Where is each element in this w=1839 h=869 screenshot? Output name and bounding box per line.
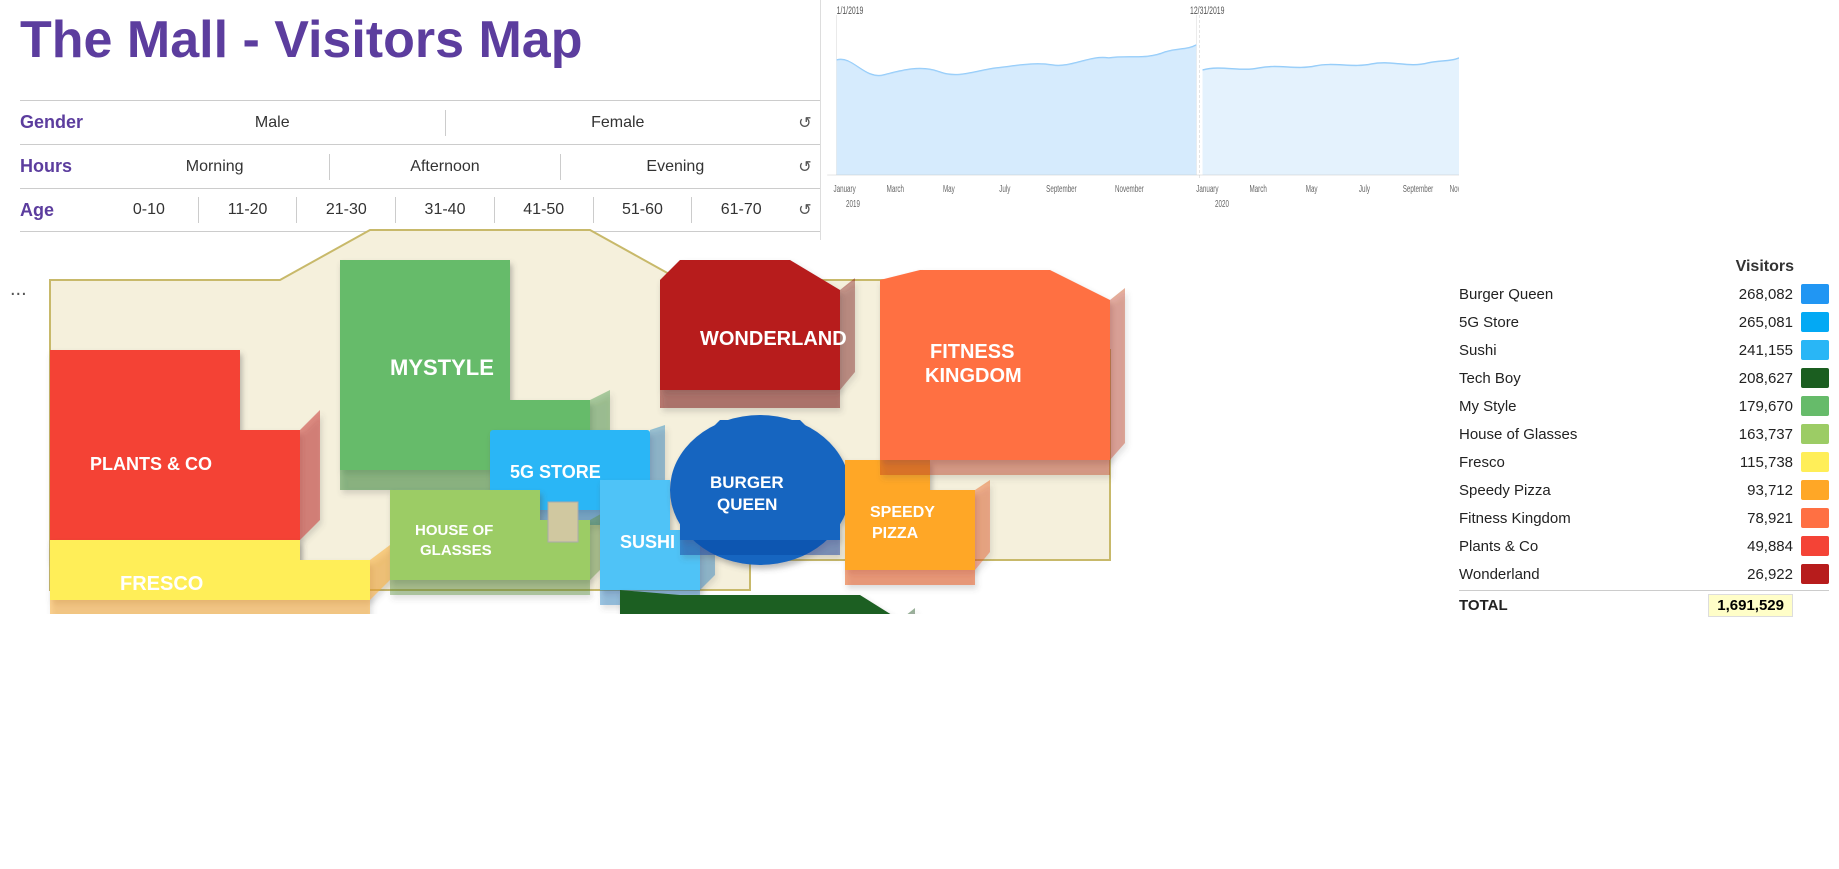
- legend-row: Plants & Co 49,884: [1459, 532, 1829, 560]
- legend-row: Fitness Kingdom 78,921: [1459, 504, 1829, 532]
- legend-store-value: 241,155: [1711, 342, 1801, 359]
- legend-color-swatch: [1801, 368, 1829, 388]
- legend-store-name: Fitness Kingdom: [1459, 510, 1711, 527]
- svg-text:PLANTS & CO: PLANTS & CO: [90, 454, 212, 474]
- svg-text:KINGDOM: KINGDOM: [925, 365, 1022, 387]
- legend-table: Visitors Burger Queen 268,082 5G Store 2…: [1459, 258, 1829, 620]
- legend-store-name: Wonderland: [1459, 566, 1711, 583]
- legend-row: 5G Store 265,081: [1459, 308, 1829, 336]
- legend-row: Speedy Pizza 93,712: [1459, 476, 1829, 504]
- legend-color-swatch: [1801, 284, 1829, 304]
- legend-header: Visitors: [1459, 258, 1829, 276]
- legend-store-value: 179,670: [1711, 398, 1801, 415]
- legend-total-row: TOTAL 1,691,529: [1459, 590, 1829, 620]
- legend-store-value: 93,712: [1711, 482, 1801, 499]
- legend-store-value: 78,921: [1711, 510, 1801, 527]
- mall-map: PLANTS & CO FRESCO MYSTYLE 5G STORE HOUS…: [0, 0, 1160, 614]
- legend-total-value: 1,691,529: [1708, 594, 1793, 617]
- legend-color-swatch: [1801, 508, 1829, 528]
- legend-total-label: TOTAL: [1459, 597, 1708, 614]
- legend-row: Burger Queen 268,082: [1459, 280, 1829, 308]
- legend-store-name: Sushi: [1459, 342, 1711, 359]
- legend-row: House of Glasses 163,737: [1459, 420, 1829, 448]
- svg-text:March: March: [1249, 182, 1267, 194]
- legend-store-value: 115,738: [1711, 454, 1801, 471]
- legend-row: Tech Boy 208,627: [1459, 364, 1829, 392]
- legend-store-name: Fresco: [1459, 454, 1711, 471]
- svg-text:2020: 2020: [1215, 197, 1229, 209]
- svg-text:QUEEN: QUEEN: [717, 495, 777, 514]
- svg-text:FRESCO: FRESCO: [120, 573, 203, 595]
- svg-text:January: January: [1196, 182, 1219, 194]
- svg-text:May: May: [1306, 182, 1318, 194]
- legend-color-swatch: [1801, 424, 1829, 444]
- legend-store-name: 5G Store: [1459, 314, 1711, 331]
- legend-row: Sushi 241,155: [1459, 336, 1829, 364]
- legend-store-value: 268,082: [1711, 286, 1801, 303]
- legend-store-name: Speedy Pizza: [1459, 482, 1711, 499]
- svg-text:5G STORE: 5G STORE: [510, 462, 601, 482]
- svg-text:SPEEDY: SPEEDY: [870, 504, 935, 521]
- svg-text:July: July: [1359, 182, 1371, 194]
- svg-text:November: November: [1450, 182, 1459, 194]
- legend-color-swatch: [1801, 312, 1829, 332]
- legend-store-name: House of Glasses: [1459, 426, 1711, 443]
- legend-store-value: 163,737: [1711, 426, 1801, 443]
- svg-text:GLASSES: GLASSES: [420, 542, 492, 559]
- svg-text:HOUSE OF: HOUSE OF: [415, 522, 493, 539]
- legend-store-name: Burger Queen: [1459, 286, 1711, 303]
- svg-text:SUSHI: SUSHI: [620, 532, 675, 552]
- legend-store-value: 26,922: [1711, 566, 1801, 583]
- svg-text:MYSTYLE: MYSTYLE: [390, 355, 494, 380]
- legend-color-swatch: [1801, 340, 1829, 360]
- svg-text:12/31/2019: 12/31/2019: [1190, 4, 1224, 16]
- svg-text:BURGER: BURGER: [710, 473, 784, 492]
- legend-color-swatch: [1801, 536, 1829, 556]
- legend-store-value: 208,627: [1711, 370, 1801, 387]
- legend-store-value: 265,081: [1711, 314, 1801, 331]
- legend-store-name: Tech Boy: [1459, 370, 1711, 387]
- legend-row: Wonderland 26,922: [1459, 560, 1829, 588]
- legend-row: My Style 179,670: [1459, 392, 1829, 420]
- legend-color-swatch: [1801, 452, 1829, 472]
- legend-store-value: 49,884: [1711, 538, 1801, 555]
- legend-color-swatch: [1801, 564, 1829, 584]
- svg-text:September: September: [1403, 182, 1434, 194]
- legend-color-swatch: [1801, 396, 1829, 416]
- svg-text:PIZZA: PIZZA: [872, 525, 919, 542]
- legend-color-swatch: [1801, 480, 1829, 500]
- svg-text:FITNESS: FITNESS: [930, 341, 1014, 363]
- legend-store-name: Plants & Co: [1459, 538, 1711, 555]
- legend-store-name: My Style: [1459, 398, 1711, 415]
- svg-text:WONDERLAND: WONDERLAND: [700, 328, 847, 350]
- legend-row: Fresco 115,738: [1459, 448, 1829, 476]
